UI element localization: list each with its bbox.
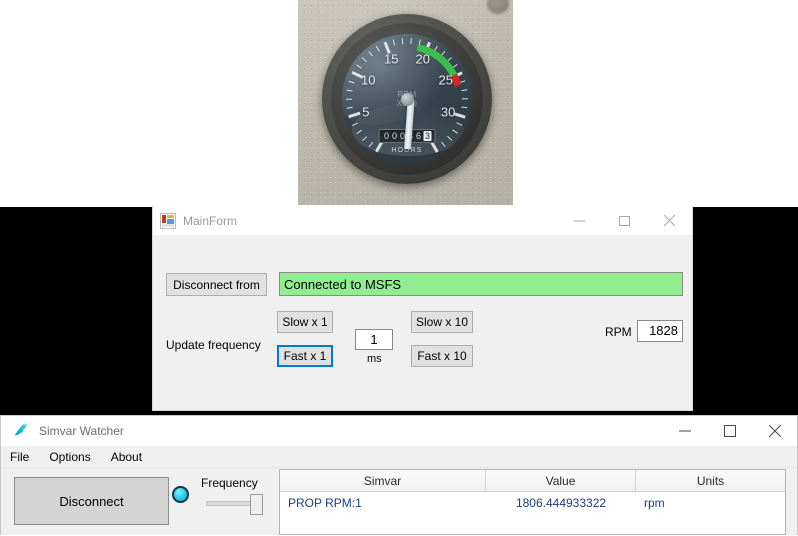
update-frequency-label: Update frequency <box>166 338 261 352</box>
interval-unit-label: ms <box>367 353 382 365</box>
mainform-title: MainForm <box>183 214 237 228</box>
mainform-window-buttons <box>557 206 692 235</box>
table-row[interactable]: PROP RPM:11806.444933322rpm <box>280 492 785 514</box>
connection-status-box: Connected to MSFS <box>279 272 683 296</box>
close-icon[interactable] <box>647 206 692 235</box>
gauge-dial-face: 05101520253035 RPM X100 000363 HOURS <box>342 34 472 164</box>
rpm-label: RPM <box>605 325 632 339</box>
gauge-bezel: 05101520253035 RPM X100 000363 HOURS <box>331 23 483 175</box>
dial-number-10: 10 <box>361 73 375 88</box>
cell-simvar: PROP RPM:1 <box>280 492 486 514</box>
column-header-simvar[interactable]: Simvar <box>280 470 486 491</box>
simvar-grid-body: PROP RPM:11806.444933322rpm <box>280 492 785 514</box>
simvar-watcher-window-buttons <box>662 416 797 445</box>
connection-status-text: Connected to MSFS <box>284 277 401 292</box>
frequency-slider-thumb[interactable] <box>250 494 263 515</box>
simvar-watcher-titlebar[interactable]: Simvar Watcher <box>1 416 797 446</box>
simvar-grid-header: Simvar Value Units <box>280 470 785 492</box>
frequency-slider-track <box>206 501 254 506</box>
slow-x10-button[interactable]: Slow x 10 <box>411 311 473 333</box>
rpm-value-field[interactable]: 1828 <box>637 320 683 342</box>
cell-value: 1806.444933322 <box>486 492 636 514</box>
hour-meter-tenths-digit: 3 <box>424 131 432 141</box>
column-header-units[interactable]: Units <box>636 470 785 491</box>
minimize-icon[interactable] <box>557 206 602 235</box>
desktop-background-photo-area: 05101520253035 RPM X100 000363 HOURS <box>0 0 798 207</box>
maximize-icon[interactable] <box>707 416 752 445</box>
disconnect-button[interactable]: Disconnect <box>14 477 169 525</box>
menu-item-options[interactable]: Options <box>49 450 90 464</box>
gauge-housing: 05101520253035 RPM X100 000363 HOURS <box>322 14 492 184</box>
dial-number-15: 15 <box>384 51 398 66</box>
simvar-watcher-menubar: File Options About <box>1 446 797 468</box>
close-icon[interactable] <box>752 416 797 445</box>
hour-meter-digit-1: 0 <box>391 131 399 141</box>
dial-number-5: 5 <box>362 104 369 119</box>
fast-x10-button[interactable]: Fast x 10 <box>411 345 473 367</box>
gauge-needle-hub <box>401 93 414 106</box>
dial-number-30: 30 <box>441 104 455 119</box>
plug-icon <box>10 421 30 441</box>
winforms-icon <box>160 213 176 229</box>
frequency-slider[interactable] <box>206 500 265 506</box>
frequency-label: Frequency <box>201 476 258 490</box>
menu-item-file[interactable]: File <box>10 450 29 464</box>
fast-x1-button[interactable]: Fast x 1 <box>277 345 333 367</box>
menu-item-about[interactable]: About <box>111 450 142 464</box>
interval-input[interactable]: 1 <box>355 329 393 350</box>
mainform-body: Disconnect from Connected to MSFS Update… <box>153 235 692 411</box>
dial-number-20: 20 <box>415 51 429 66</box>
dial-number-25: 25 <box>439 73 453 88</box>
simvar-watcher-title: Simvar Watcher <box>39 424 124 438</box>
column-header-value[interactable]: Value <box>486 470 636 491</box>
hour-meter-digit-4: 6 <box>415 131 423 141</box>
mainform-titlebar[interactable]: MainForm <box>153 206 692 235</box>
maximize-icon[interactable] <box>602 206 647 235</box>
slow-x1-button[interactable]: Slow x 1 <box>277 311 333 333</box>
hour-meter-digit-0: 0 <box>383 131 391 141</box>
minimize-icon[interactable] <box>662 416 707 445</box>
simvar-data-grid: Simvar Value Units PROP RPM:11806.444933… <box>279 469 786 535</box>
connection-status-led <box>172 486 189 503</box>
disconnect-from-button[interactable]: Disconnect from <box>166 273 267 296</box>
tachometer-photo: 05101520253035 RPM X100 000363 HOURS <box>298 0 513 205</box>
cell-units: rpm <box>636 492 785 514</box>
mainform-window: MainForm Disconnect from Connected to MS… <box>152 206 693 411</box>
